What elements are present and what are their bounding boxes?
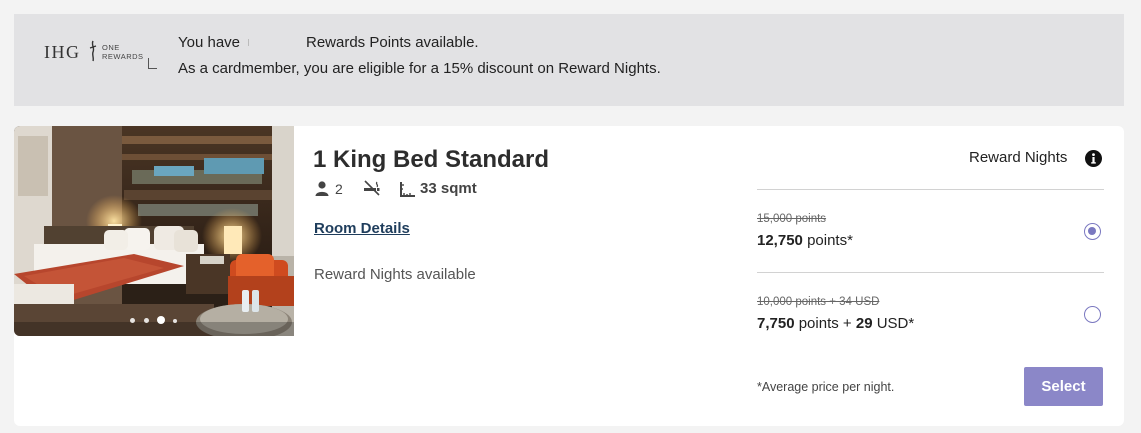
carousel-dot[interactable] [173,319,177,323]
room-size-icon [400,182,415,197]
rate-option-2-cash: 29 [855,315,873,332]
room-size-value: 33 sqmt [420,180,477,197]
price-footnote: *Average price per night. [757,380,895,394]
room-details-link[interactable]: Room Details [314,220,410,237]
room-photo-carousel[interactable] [14,126,294,336]
rate-option-2-points: 7,750 [757,315,795,332]
rate-option-2-cash-unit: USD* [876,315,915,332]
person-icon [315,181,329,196]
cardmember-discount-text: As a cardmember, you are eligible for a … [178,60,661,77]
rate-option-1-original-price: 15,000 points [757,213,827,225]
logo-bracket [148,58,157,69]
ihg-one-rewards-logo: IHG ONE REWARDS [44,40,164,72]
rate-divider [757,189,1104,190]
no-smoking-icon [364,180,380,196]
rate-option-2-original-price: 10,000 points + 34 USD [757,296,880,308]
availability-text: Reward Nights available [314,266,476,283]
logo-rewards-text: REWARDS [102,52,144,61]
carousel-dot[interactable] [130,318,135,323]
rate-divider [757,272,1104,273]
rewards-banner: IHG ONE REWARDS You have Rewards Points … [14,14,1124,106]
info-icon[interactable] [1085,150,1102,167]
rate-type-label: Reward Nights [969,149,1068,166]
select-button[interactable]: Select [1024,367,1103,406]
ihg-logo-mark-icon [89,40,97,62]
carousel-dot-active[interactable] [157,316,165,324]
room-title: 1 King Bed Standard [313,146,550,173]
non-smoking-indicator [363,180,381,198]
rate-option-2-radio[interactable] [1084,306,1101,323]
logo-ihg-text: IHG [44,42,81,62]
guest-count: 2 [335,181,343,197]
rate-option-1-price: 12,750 points* [757,232,853,249]
rate-option-2-price: 7,750 points + 29 USD* [757,315,914,332]
room-card: 1 King Bed Standard 2 33 sqmt Room Detai… [14,126,1124,426]
rate-option-1-points: 12,750 [757,232,803,249]
points-balance-value [246,37,302,51]
room-photo [14,126,294,336]
carousel-dot[interactable] [144,318,149,323]
rate-option-2-points-unit: points [798,315,839,332]
rate-option-1-radio[interactable] [1084,223,1101,240]
logo-one-text: ONE [102,43,120,52]
points-balance-line: You have Rewards Points available. [178,34,479,51]
points-suffix: Rewards Points available. [306,34,479,51]
rate-option-1-points-unit: points* [807,232,853,249]
rate-option-2-plus: + [842,315,852,332]
points-prefix: You have [178,34,241,51]
